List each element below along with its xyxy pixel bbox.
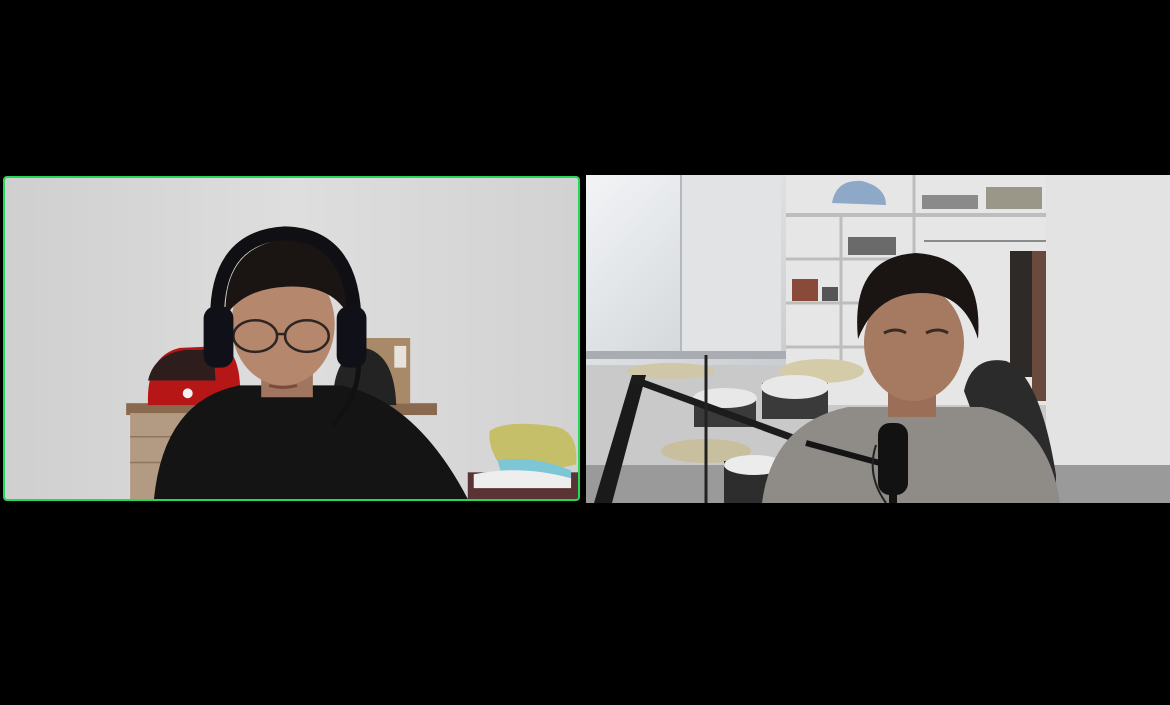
meeting-gallery-view [0,0,1170,705]
participant-video-feed-1 [5,178,578,499]
participant-video-feed-2 [586,175,1170,503]
participant-video-tile-1[interactable] [3,176,580,501]
participant-video-tile-2[interactable] [586,175,1170,503]
